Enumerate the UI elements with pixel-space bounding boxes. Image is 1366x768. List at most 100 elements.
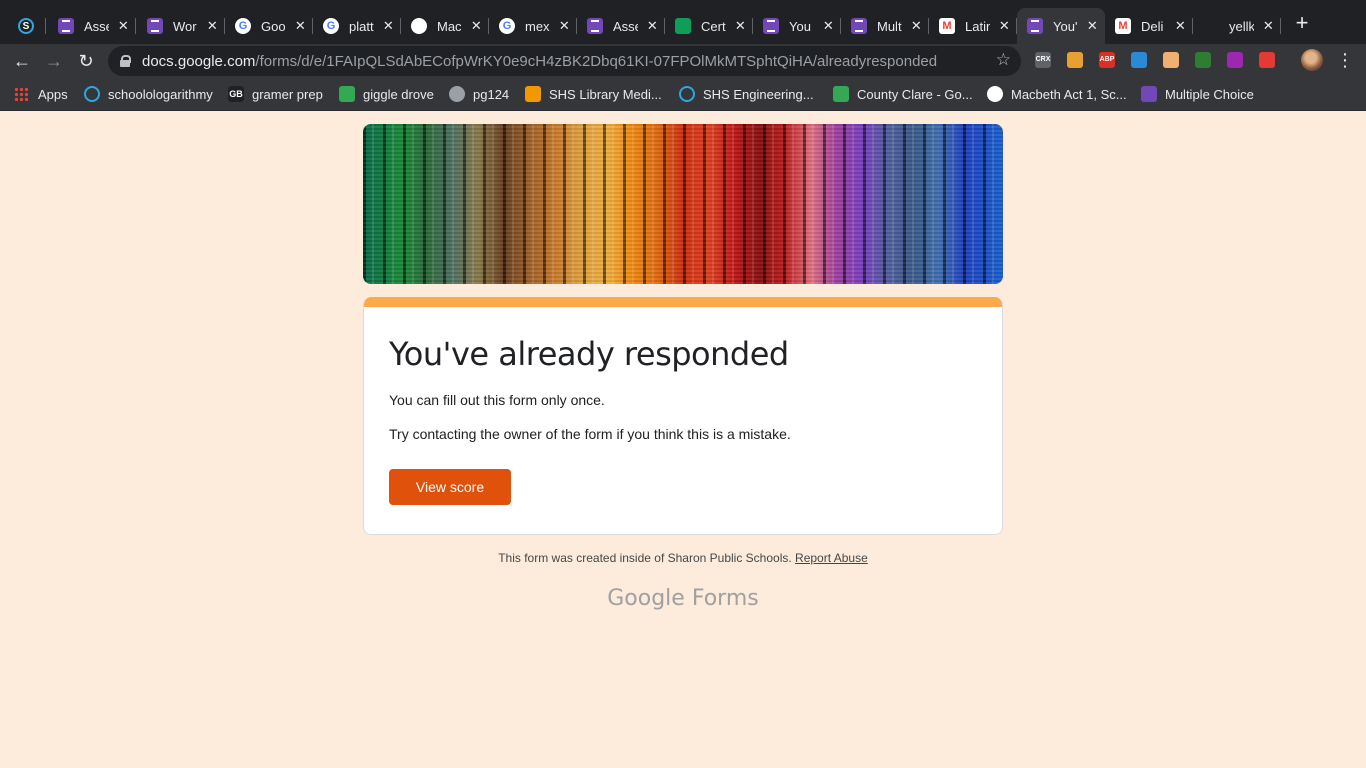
reload-icon[interactable]: ↻ bbox=[74, 49, 98, 73]
google-icon: G bbox=[499, 18, 515, 34]
abp-icon[interactable]: ABP bbox=[1099, 52, 1115, 68]
tab-close-icon[interactable]: ✕ bbox=[910, 18, 923, 34]
crx-icon[interactable]: CRX bbox=[1035, 52, 1051, 68]
bookmark-label: County Clare - Go... bbox=[857, 86, 973, 102]
forms-icon bbox=[1141, 86, 1157, 102]
tab-separator bbox=[135, 18, 136, 34]
google-icon: G bbox=[323, 18, 339, 34]
browser-tab[interactable]: yellk ✕ bbox=[1193, 8, 1281, 44]
browser-tab[interactable]: G Goo ✕ bbox=[225, 8, 313, 44]
check-icon[interactable] bbox=[1131, 52, 1147, 68]
tab-title: Goo bbox=[261, 18, 286, 34]
tab-strip: SAsse✕Wor✕GGoo✕Gplatt✕Mac✕Gmex✕Asse✕Cert… bbox=[0, 0, 1366, 44]
tab-close-icon[interactable]: ✕ bbox=[646, 18, 659, 34]
bookmark-item[interactable]: SHS Engineering... bbox=[679, 85, 814, 103]
profile-avatar[interactable] bbox=[1301, 49, 1323, 71]
bookmark-label: pg124 bbox=[473, 86, 510, 102]
bookmark-label: gramer prep bbox=[252, 86, 323, 102]
forms-icon bbox=[587, 18, 603, 34]
tab-title: platt bbox=[349, 18, 374, 34]
browser-tab[interactable]: Mac ✕ bbox=[401, 8, 489, 44]
bookmark-item[interactable]: SHS Library Medi... bbox=[525, 85, 662, 103]
tab-title: Deli bbox=[1141, 18, 1164, 34]
forms-icon bbox=[851, 18, 867, 34]
tab-title: yellk bbox=[1229, 18, 1254, 34]
tab-close-icon[interactable]: ✕ bbox=[822, 18, 835, 34]
schoology-icon: S bbox=[18, 18, 34, 34]
tab-title: Wor bbox=[173, 18, 197, 34]
gmail-icon: M bbox=[1115, 18, 1131, 34]
browser-tab[interactable]: Asse ✕ bbox=[577, 8, 665, 44]
browser-tab[interactable]: Wor ✕ bbox=[137, 8, 225, 44]
tab-title: You' bbox=[1053, 18, 1078, 34]
browser-tab[interactable]: You ✕ bbox=[753, 8, 841, 44]
lock-icon bbox=[120, 55, 131, 67]
chart-icon bbox=[411, 18, 427, 34]
bookmark-item[interactable]: GB gramer prep bbox=[228, 85, 323, 103]
tab-separator bbox=[45, 18, 46, 34]
bookmark-item[interactable]: Apps bbox=[14, 85, 68, 103]
form-header-image bbox=[363, 124, 1003, 284]
tab-close-icon[interactable]: ✕ bbox=[1262, 18, 1275, 34]
footer-note: This form was created inside of Sharon P… bbox=[0, 551, 1366, 565]
brush-icon[interactable] bbox=[1259, 52, 1275, 68]
browser-tab[interactable]: Asse ✕ bbox=[48, 8, 136, 44]
owl-icon[interactable] bbox=[1067, 52, 1083, 68]
leaf-icon[interactable] bbox=[1195, 52, 1211, 68]
browser-tab[interactable]: Gplatt ✕ bbox=[313, 8, 401, 44]
bookmark-label: Multiple Choice bbox=[1165, 86, 1254, 102]
gmail-icon: M bbox=[939, 18, 955, 34]
footer-created-text: This form was created inside of Sharon P… bbox=[498, 551, 792, 565]
tab-close-icon[interactable]: ✕ bbox=[470, 18, 483, 34]
face-icon[interactable] bbox=[1163, 52, 1179, 68]
new-tab-plus-icon[interactable]: + bbox=[1290, 12, 1314, 36]
forward-arrow-icon[interactable]: → bbox=[42, 49, 66, 73]
apps-grid-icon bbox=[14, 87, 28, 101]
tab-close-icon[interactable]: ✕ bbox=[1086, 18, 1099, 34]
bookmark-item[interactable]: pg124 bbox=[449, 85, 509, 103]
address-bar[interactable]: docs.google.com/forms/d/e/1FAIpQLSdAbECo… bbox=[108, 46, 1021, 76]
tab-close-icon[interactable]: ✕ bbox=[558, 18, 571, 34]
form-card: You've already responded You can fill ou… bbox=[363, 297, 1003, 535]
report-abuse-link[interactable]: Report Abuse bbox=[795, 551, 868, 565]
tab-title: mex bbox=[525, 18, 550, 34]
back-arrow-icon[interactable]: ← bbox=[10, 49, 34, 73]
browser-tab[interactable]: M Deli ✕ bbox=[1105, 8, 1193, 44]
tab-close-icon[interactable]: ✕ bbox=[117, 18, 130, 34]
forms-icon bbox=[1027, 18, 1043, 34]
browser-toolbar: ← → ↻ docs.google.com/forms/d/e/1FAIpQLS… bbox=[0, 44, 1366, 78]
bookmark-item[interactable]: Macbeth Act 1, Sc... bbox=[987, 85, 1127, 103]
tab-separator bbox=[1280, 18, 1281, 34]
drive-icon bbox=[339, 86, 355, 102]
browser-tab[interactable]: Cert ✕ bbox=[665, 8, 753, 44]
sheets-icon bbox=[675, 18, 691, 34]
bookmark-item[interactable]: County Clare - Go... bbox=[833, 85, 973, 103]
tab-title: Cert bbox=[701, 18, 726, 34]
view-score-button[interactable]: View score bbox=[389, 469, 511, 505]
tab-close-icon[interactable]: ✕ bbox=[998, 18, 1011, 34]
browser-tab[interactable]: M Latin ✕ bbox=[929, 8, 1017, 44]
bookmark-item[interactable]: Multiple Choice bbox=[1141, 85, 1254, 103]
form-message-contact: Try contacting the owner of the form if … bbox=[389, 426, 791, 442]
bookmark-star-icon[interactable]: ☆ bbox=[996, 50, 1011, 70]
tab-title: Latin bbox=[965, 18, 990, 34]
browser-tab[interactable]: You' ✕ bbox=[1017, 8, 1105, 44]
tab-close-icon[interactable]: ✕ bbox=[1174, 18, 1187, 34]
bookmark-item[interactable]: schoolologarithmy bbox=[84, 85, 213, 103]
tab-close-icon[interactable]: ✕ bbox=[206, 18, 219, 34]
gb-icon: GB bbox=[228, 86, 244, 102]
tab-close-icon[interactable]: ✕ bbox=[382, 18, 395, 34]
bookmark-item[interactable]: giggle drove bbox=[339, 85, 434, 103]
browser-tab[interactable]: S bbox=[8, 8, 46, 44]
url-host: docs.google.com bbox=[142, 52, 256, 70]
logo-forms-text: Forms bbox=[691, 586, 759, 611]
tab-close-icon[interactable]: ✕ bbox=[734, 18, 747, 34]
forms-icon bbox=[147, 18, 163, 34]
bookmark-label: Macbeth Act 1, Sc... bbox=[1011, 86, 1127, 102]
browser-tab[interactable]: Mult ✕ bbox=[841, 8, 929, 44]
tab-close-icon[interactable]: ✕ bbox=[294, 18, 307, 34]
menu-dots-icon[interactable]: ⋮ bbox=[1336, 49, 1354, 73]
browser-tab[interactable]: Gmex ✕ bbox=[489, 8, 577, 44]
page-title: You've already responded bbox=[389, 335, 789, 373]
color-icon[interactable] bbox=[1227, 52, 1243, 68]
